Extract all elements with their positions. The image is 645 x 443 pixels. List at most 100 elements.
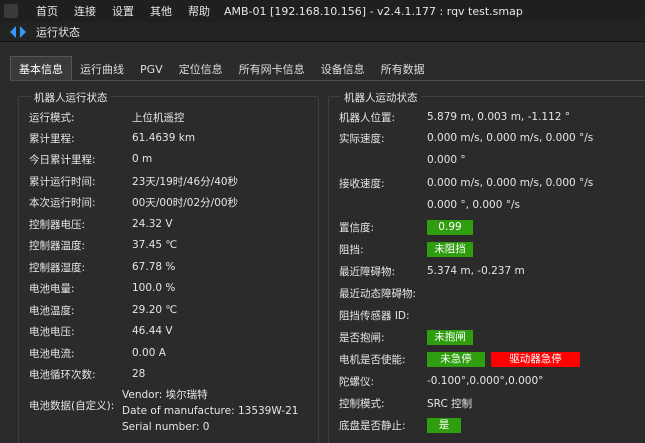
brake-label: 是否抱闸: (339, 331, 385, 344)
diamond-arrows-icon[interactable] (10, 25, 26, 38)
blocked-row: 阻挡: (339, 241, 364, 257)
status-label: 电池温度: (29, 304, 75, 317)
tab-all-nic-info[interactable]: 所有网卡信息 (231, 58, 313, 80)
status-value: 100.0 % (132, 282, 176, 294)
nearest-obstacle-label: 最近障碍物: (339, 265, 396, 278)
block-sensor-row: 阻挡传感器 ID: (339, 307, 410, 323)
tab-run-curve[interactable]: 运行曲线 (72, 58, 132, 80)
chassis-still-badge: 是 (427, 418, 461, 433)
status-row: 累计运行时间: 23天/19时/46分/40秒 (29, 173, 238, 189)
tab-all-data[interactable]: 所有数据 (373, 58, 433, 80)
status-row: 电池电压: 46.44 V (29, 323, 173, 339)
status-row: 电池温度: 29.20 ℃ (29, 302, 177, 318)
status-row: 今日累计里程: 0 m (29, 151, 152, 167)
status-label: 电池电压: (29, 325, 75, 338)
status-value: 61.4639 km (132, 132, 196, 144)
status-row: 控制器电压: 24.32 V (29, 216, 173, 232)
chassis-still-row: 底盘是否静止: (339, 417, 406, 433)
status-value: 23天/19时/46分/40秒 (132, 175, 239, 188)
motor-enabled-row: 电机是否使能: (339, 351, 406, 367)
battery-serial-number: Serial number: 0 (122, 421, 210, 433)
nearest-dynamic-obstacle-row: 最近动态障碍物: (339, 285, 416, 301)
actual-speed-value: 0.000 m/s, 0.000 m/s, 0.000 °/s (427, 132, 594, 144)
receive-speed-value: 0.000 m/s, 0.000 m/s, 0.000 °/s (427, 177, 594, 189)
status-label: 控制器电压: (29, 218, 86, 231)
status-value: 24.32 V (132, 218, 173, 230)
confidence-badge: 0.99 (427, 220, 473, 235)
control-mode-label: 控制模式: (339, 397, 385, 410)
status-value: 46.44 V (132, 325, 173, 337)
menu-item-settings[interactable]: 设置 (112, 3, 134, 19)
tab-pgv[interactable]: PGV (132, 58, 171, 80)
nearest-dynamic-obstacle-label: 最近动态障碍物: (339, 287, 417, 300)
control-mode-value: SRC 控制 (427, 397, 473, 410)
main-menu: 首页 连接 设置 其他 帮助 (28, 3, 218, 19)
status-content: 基本信息 运行曲线 PGV 定位信息 所有网卡信息 设备信息 所有数据 机器人运… (0, 42, 645, 443)
receive-speed-row: 接收速度: 0.000 m/s, 0.000 m/s, 0.000 °/s (339, 175, 593, 191)
battery-data-label: 电池数据(自定义): (29, 399, 115, 412)
tab-divider (10, 80, 645, 81)
status-value: 28 (132, 368, 146, 380)
battery-data-row: 电池数据(自定义): (29, 397, 114, 413)
tab-basic-info[interactable]: 基本信息 (10, 56, 72, 80)
confidence-label: 置信度: (339, 221, 375, 234)
brake-row: 是否抱闸: (339, 329, 385, 345)
receive-speed-label: 接收速度: (339, 177, 385, 190)
window-title: AMB-01 [192.168.10.156] - v2.4.1.177 : r… (224, 4, 523, 18)
menu-item-other[interactable]: 其他 (150, 3, 172, 19)
position-value: 5.879 m, 0.003 m, -1.112 ° (427, 111, 571, 123)
position-label: 机器人位置: (339, 111, 396, 124)
status-label: 累计运行时间: (29, 175, 96, 188)
status-label: 累计里程: (29, 132, 75, 145)
status-label: 控制器温度: (29, 239, 86, 252)
status-value: 上位机遥控 (132, 111, 185, 124)
receive-speed-value-2: 0.000 °, 0.000 °/s (427, 199, 520, 211)
robot-run-status-group: 机器人运行状态 运行模式: 上位机遥控 累计里程: 61.4639 km 今日累计里… (18, 90, 319, 443)
confidence-row: 置信度: (339, 219, 374, 235)
gyro-value: -0.100°,0.000°,0.000° (427, 375, 544, 387)
status-row: 累计里程: 61.4639 km (29, 130, 195, 146)
actual-speed-value-2: 0.000 ° (427, 154, 466, 166)
status-label: 控制器湿度: (29, 261, 86, 274)
status-label: 今日累计里程: (29, 153, 96, 166)
battery-manufacture-date: Date of manufacture: 13539W-21 (122, 405, 299, 417)
nearest-obstacle-row: 最近障碍物: 5.374 m, -0.237 m (339, 263, 525, 279)
app-logo-icon (4, 4, 18, 18)
blocked-label: 阻挡: (339, 243, 364, 256)
menu-item-connect[interactable]: 连接 (74, 3, 96, 19)
menu-item-help[interactable]: 帮助 (188, 3, 210, 19)
menu-item-home[interactable]: 首页 (36, 3, 58, 19)
panel-title: 运行状态 (36, 25, 80, 39)
status-value: 0.00 A (132, 347, 166, 359)
status-value: 37.45 ℃ (132, 239, 178, 251)
tab-bar: 基本信息 运行曲线 PGV 定位信息 所有网卡信息 设备信息 所有数据 (10, 56, 433, 80)
gyro-label: 陀螺仪: (339, 375, 375, 388)
estop-status-badge: 未急停 (427, 352, 485, 367)
status-value: 0 m (132, 153, 153, 165)
gyro-row: 陀螺仪: -0.100°,0.000°,0.000° (339, 373, 543, 389)
status-row: 运行模式: 上位机遥控 (29, 109, 185, 125)
block-sensor-label: 阻挡传感器 ID: (339, 309, 410, 322)
status-row: 电池循环次数: 28 (29, 366, 145, 382)
actual-speed-row: 实际速度: 0.000 m/s, 0.000 m/s, 0.000 °/s (339, 130, 593, 146)
status-label: 电池循环次数: (29, 368, 96, 381)
status-row: 控制器湿度: 67.78 % (29, 259, 175, 275)
status-row: 控制器温度: 37.45 ℃ (29, 237, 177, 253)
tab-device-info[interactable]: 设备信息 (313, 58, 373, 80)
status-value: 67.78 % (132, 261, 176, 273)
menu-bar: 首页 连接 设置 其他 帮助 AMB-01 [192.168.10.156] -… (0, 0, 645, 22)
chassis-still-label: 底盘是否静止: (339, 419, 406, 432)
status-label: 电池电流: (29, 347, 75, 360)
status-row: 电池电量: 100.0 % (29, 280, 175, 296)
status-value: 29.20 ℃ (132, 304, 178, 316)
driver-estop-badge: 驱动器急停 (491, 352, 580, 367)
tab-localization[interactable]: 定位信息 (171, 58, 231, 80)
control-mode-row: 控制模式: SRC 控制 (339, 395, 472, 411)
actual-speed-label: 实际速度: (339, 132, 385, 145)
group-title: 机器人运动状态 (341, 90, 421, 105)
status-row: 电池电流: 0.00 A (29, 345, 166, 361)
position-row: 机器人位置: 5.879 m, 0.003 m, -1.112 ° (339, 109, 570, 125)
status-label: 电池电量: (29, 282, 75, 295)
status-value: 00天/00时/02分/00秒 (132, 196, 239, 209)
group-title: 机器人运行状态 (31, 90, 111, 105)
